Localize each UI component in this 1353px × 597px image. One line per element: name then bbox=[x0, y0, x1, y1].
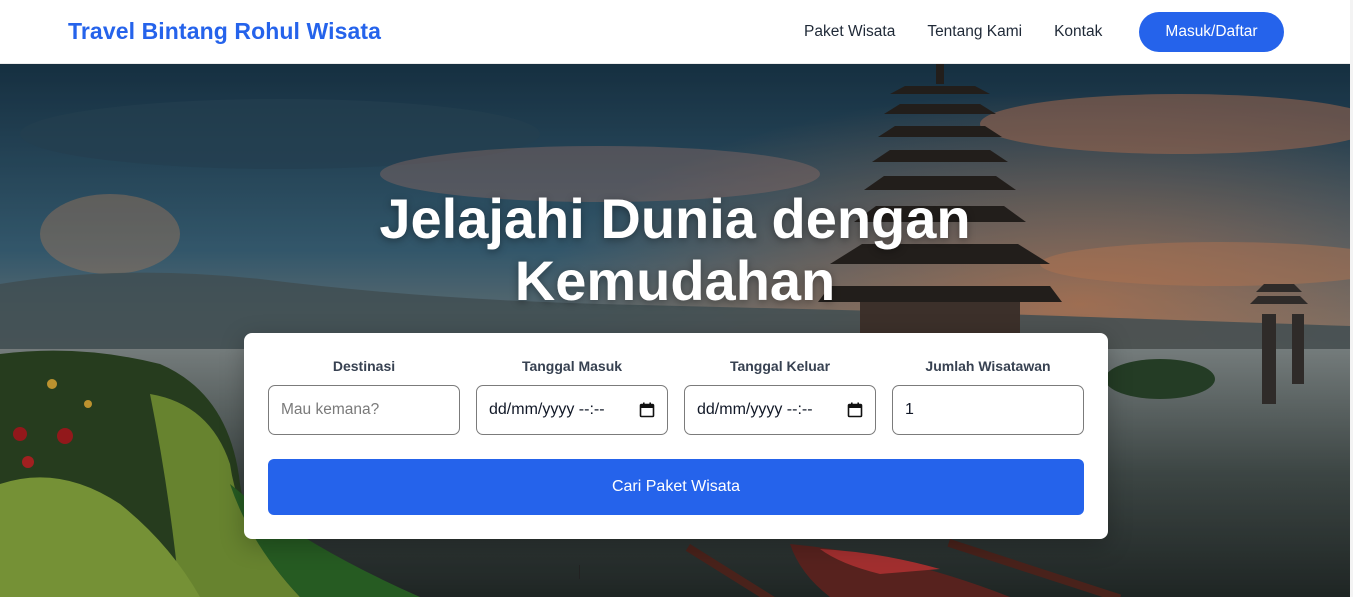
hero-title-line-2: Kemudahan bbox=[514, 249, 836, 312]
login-register-button[interactable]: Masuk/Daftar bbox=[1139, 12, 1284, 52]
nav-links: Paket Wisata Tentang Kami Kontak bbox=[804, 22, 1102, 42]
travelers-input[interactable]: 1 bbox=[892, 385, 1084, 435]
travelers-label: Jumlah Wisatawan bbox=[925, 358, 1051, 374]
field-travelers: Jumlah Wisatawan 1 bbox=[892, 358, 1084, 435]
calendar-icon[interactable] bbox=[639, 402, 655, 418]
check-out-date-input[interactable]: dd/mm/yyyy --:-- bbox=[684, 385, 876, 435]
nav-link-tentang-kami[interactable]: Tentang Kami bbox=[927, 22, 1022, 42]
search-form: Destinasi Mau kemana? Tanggal Masuk dd/m… bbox=[244, 333, 1108, 539]
check-out-value: dd/mm/yyyy --:-- bbox=[697, 401, 813, 418]
navbar: Travel Bintang Rohul Wisata Paket Wisata… bbox=[0, 0, 1353, 64]
destination-input[interactable]: Mau kemana? bbox=[268, 385, 460, 435]
calendar-icon[interactable] bbox=[847, 402, 863, 418]
field-destination: Destinasi Mau kemana? bbox=[268, 358, 460, 435]
nav-link-kontak[interactable]: Kontak bbox=[1054, 22, 1102, 42]
brand-logo-text[interactable]: Travel Bintang Rohul Wisata bbox=[68, 18, 381, 45]
field-check-out: Tanggal Keluar dd/mm/yyyy --:-- bbox=[684, 358, 876, 435]
search-packages-button[interactable]: Cari Paket Wisata bbox=[268, 459, 1084, 515]
hero-title: Jelajahi Dunia dengan Kemudahan bbox=[0, 188, 1350, 312]
hero-title-line-1: Jelajahi Dunia dengan bbox=[379, 187, 971, 250]
text-cursor-icon bbox=[579, 565, 580, 579]
hero-section: Jelajahi Dunia dengan Kemudahan Destinas… bbox=[0, 64, 1350, 597]
check-in-date-input[interactable]: dd/mm/yyyy --:-- bbox=[476, 385, 668, 435]
check-in-label: Tanggal Masuk bbox=[521, 358, 623, 374]
check-out-label: Tanggal Keluar bbox=[729, 358, 831, 374]
nav-link-paket-wisata[interactable]: Paket Wisata bbox=[804, 22, 895, 42]
check-in-value: dd/mm/yyyy --:-- bbox=[489, 401, 605, 418]
field-check-in: Tanggal Masuk dd/mm/yyyy --:-- bbox=[476, 358, 668, 435]
destination-label: Destinasi bbox=[332, 358, 396, 374]
